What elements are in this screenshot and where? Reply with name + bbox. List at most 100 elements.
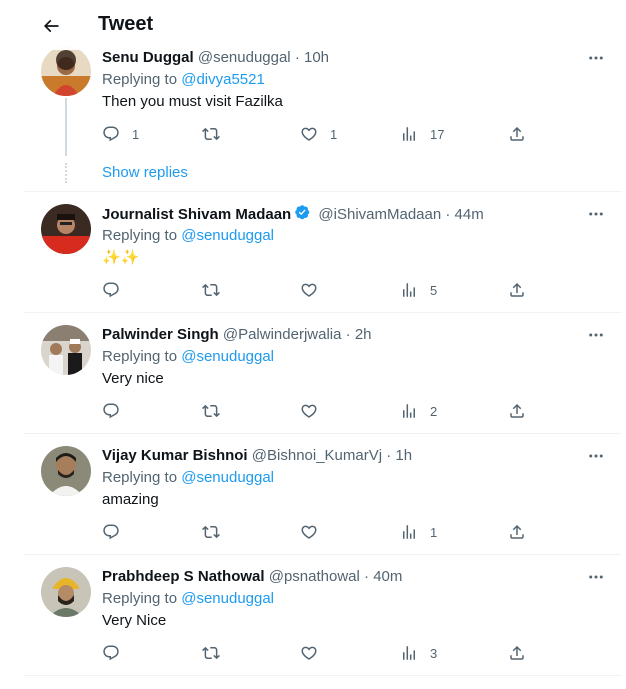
replying-to: Replying to @senuduggal [102,347,274,367]
reply-icon [103,282,119,298]
mention-link[interactable]: @senuduggal [181,348,274,365]
retweet-button[interactable] [202,280,232,300]
share-button[interactable] [508,401,526,421]
share-icon [510,524,524,539]
more-icon [589,454,603,458]
author-handle[interactable]: @iShivamMadaan [318,206,441,223]
timestamp[interactable]: 40m [373,568,402,585]
reply-icon [103,524,119,540]
author-handle[interactable]: @psnathowal [269,568,360,585]
tweet-text: Very Nice [102,612,167,629]
share-button[interactable] [508,643,526,663]
timestamp[interactable]: 44m [455,206,484,223]
author-handle[interactable]: @senuduggal [198,49,291,66]
tweet-text: ✨✨ [102,249,140,266]
retweet-button[interactable] [202,401,232,421]
tweet-meta: Palwinder Singh @Palwinderjwalia · 2h [102,325,372,345]
action-bar: 1 [102,522,562,542]
mention-link[interactable]: @senuduggal [181,469,274,486]
views-button[interactable]: 2 [400,401,437,421]
tweet-meta: Journalist Shivam Madaan @iShivamMadaan … [102,204,484,225]
replying-to: Replying to @senuduggal [102,468,274,488]
views-count: 17 [430,126,445,142]
reply-button[interactable] [102,522,132,542]
more-button[interactable] [583,567,609,587]
like-button[interactable] [300,522,330,542]
show-replies-link[interactable]: Show replies [102,164,188,181]
avatar[interactable] [41,204,91,254]
more-icon [589,333,603,337]
like-button[interactable] [300,643,330,663]
reply-button[interactable] [102,643,132,663]
tweet-shivam-madaan[interactable]: Journalist Shivam Madaan @iShivamMadaan … [24,192,621,313]
tweet-text: Very nice [102,370,164,387]
page-title: Tweet [98,13,154,35]
action-bar: 2 [102,401,562,421]
author-name[interactable]: Journalist Shivam Madaan [102,206,291,223]
avatar[interactable] [41,446,91,496]
avatar[interactable] [41,325,91,375]
author-name[interactable]: Vijay Kumar Bishnoi [102,447,248,464]
tweet-prabhdeep-nathowal[interactable]: Prabhdeep S Nathowal @psnathowal · 40m R… [24,555,621,676]
replying-label: Replying to [102,348,178,365]
replying-label: Replying to [102,227,178,244]
reply-button[interactable] [102,280,132,300]
avatar[interactable] [41,46,91,96]
author-handle[interactable]: @Palwinderjwalia [223,326,342,343]
more-button[interactable] [583,446,609,466]
like-button[interactable] [300,401,330,421]
thread-dots [65,163,69,183]
back-button[interactable] [34,9,68,43]
reply-count: 1 [132,126,140,142]
reply-button[interactable]: 1 [102,124,139,144]
mention-link[interactable]: @senuduggal [181,227,274,244]
share-button[interactable] [508,522,526,542]
views-icon [403,283,415,297]
share-icon [510,403,524,418]
timestamp[interactable]: 2h [355,326,372,343]
views-button[interactable]: 5 [400,280,437,300]
retweet-button[interactable] [202,124,232,144]
tweet-meta: Senu Duggal @senuduggal · 10h [102,48,329,68]
like-button[interactable]: 1 [300,124,337,144]
views-button[interactable]: 3 [400,643,437,663]
reply-icon [103,126,119,142]
author-handle[interactable]: @Bishnoi_KumarVj [252,447,382,464]
more-icon [589,56,603,60]
author-name[interactable]: Senu Duggal [102,49,194,66]
more-button[interactable] [583,48,609,68]
views-icon [403,646,415,660]
views-icon [403,525,415,539]
author-name[interactable]: Palwinder Singh [102,326,219,343]
timestamp[interactable]: 10h [304,49,329,66]
share-button[interactable] [508,280,526,300]
separator-dot: · [445,206,451,223]
views-button[interactable]: 17 [400,124,444,144]
more-button[interactable] [583,325,609,345]
views-icon [403,404,415,418]
like-button[interactable] [300,280,330,300]
retweet-button[interactable] [202,522,232,542]
author-name[interactable]: Prabhdeep S Nathowal [102,568,265,585]
replying-to: Replying to @senuduggal [102,226,274,246]
replying-to: Replying to @divya5521 [102,70,265,90]
share-button[interactable] [508,124,526,144]
like-icon [301,127,317,141]
separator-dot: · [364,568,370,585]
retweet-button[interactable] [202,643,232,663]
avatar[interactable] [41,567,91,617]
views-count: 2 [430,403,438,419]
separator-dot: · [294,49,300,66]
like-count: 1 [330,126,338,142]
tweet-vijay-kumar-bishnoi[interactable]: Vijay Kumar Bishnoi @Bishnoi_KumarVj · 1… [24,434,621,555]
reply-button[interactable] [102,401,132,421]
views-button[interactable]: 1 [400,522,437,542]
mention-link[interactable]: @senuduggal [181,590,274,607]
more-button[interactable] [583,204,609,224]
timestamp[interactable]: 1h [395,447,412,464]
mention-link[interactable]: @divya5521 [181,71,265,88]
views-icon [403,127,415,141]
retweet-icon [202,525,220,539]
tweet-palwinder-singh[interactable]: Palwinder Singh @Palwinderjwalia · 2h Re… [24,313,621,434]
verified-icon [295,205,310,220]
